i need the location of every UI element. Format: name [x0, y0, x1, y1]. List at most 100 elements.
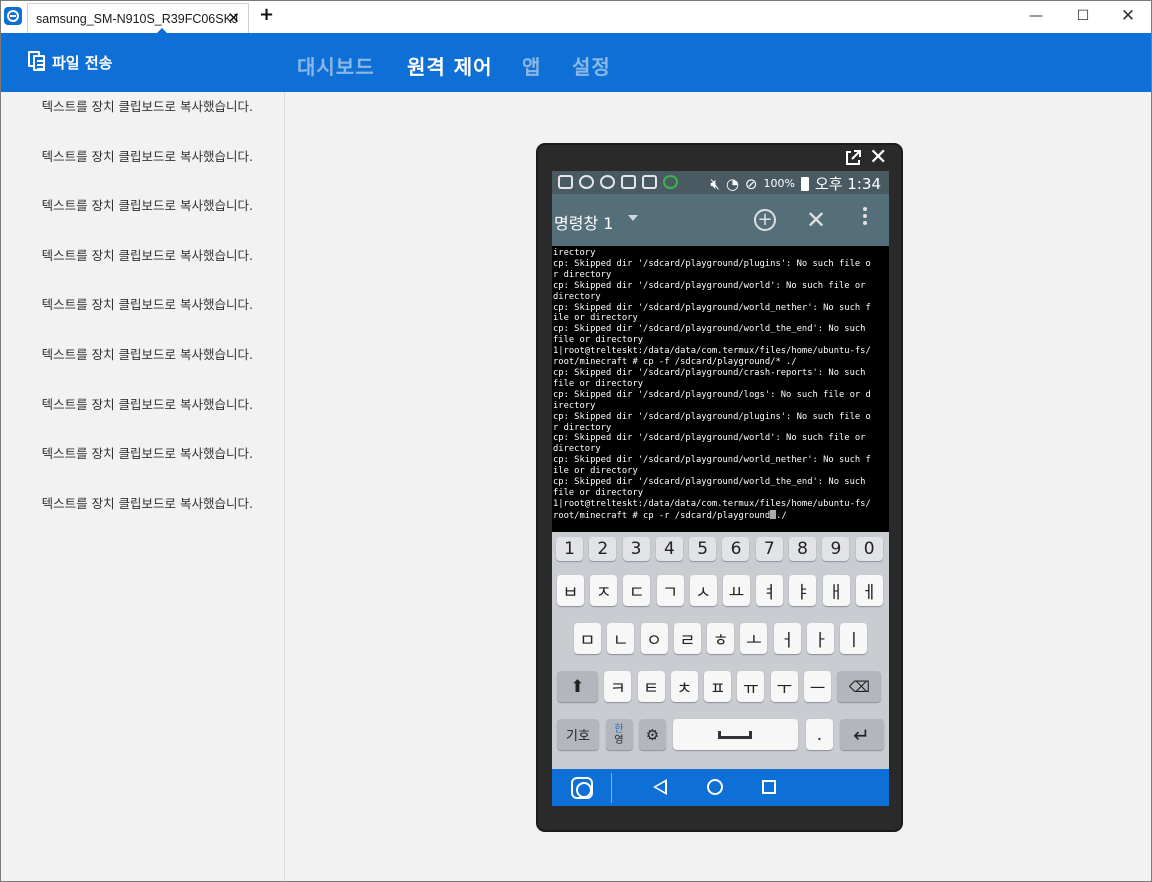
key-ya[interactable]: ㅑ: [789, 575, 817, 606]
space-bar-icon: [718, 730, 752, 739]
backspace-key[interactable]: ⌫: [837, 671, 882, 702]
key-e[interactable]: ㅔ: [855, 575, 883, 606]
key-2[interactable]: 2: [589, 537, 617, 561]
maximize-button[interactable]: ☐: [1068, 5, 1098, 27]
device-screen[interactable]: 🔇︎ ◔ ⊘ 100% 오후 1:34 명령창 1 + ✕ irectory c…: [552, 171, 889, 806]
key-6[interactable]: 6: [722, 537, 750, 561]
key-k[interactable]: ㅋ: [604, 671, 632, 702]
close-window-button[interactable]: ✕: [1113, 5, 1143, 27]
nav-divider: [611, 773, 612, 803]
key-5[interactable]: 5: [689, 537, 717, 561]
log-entry: 텍스트를 장치 클립보드로 복사했습니다.: [41, 99, 253, 114]
dnd-icon: [579, 175, 594, 189]
key-u[interactable]: ㅜ: [770, 671, 798, 702]
shift-key[interactable]: ⬆: [557, 671, 598, 702]
more-options-icon[interactable]: [863, 207, 867, 227]
key-ch[interactable]: ㅊ: [670, 671, 698, 702]
key-4[interactable]: 4: [655, 537, 683, 561]
back-icon[interactable]: [653, 779, 667, 795]
lang-korean-label: 한: [614, 723, 624, 735]
symbols-key[interactable]: 기호: [557, 719, 599, 750]
key-eo[interactable]: ㅓ: [773, 623, 801, 654]
key-m[interactable]: ㅁ: [574, 623, 601, 654]
terminal-line: irectory: [553, 400, 596, 411]
key-h[interactable]: ㅎ: [707, 623, 735, 654]
session-dropdown-icon[interactable]: [628, 215, 638, 221]
terminal-line: ile or directory: [553, 466, 638, 477]
key-1[interactable]: 1: [556, 537, 583, 561]
key-9[interactable]: 9: [822, 537, 850, 561]
terminal-line: r directory: [553, 422, 612, 433]
key-i[interactable]: ㅣ: [840, 623, 868, 654]
close-tab-icon[interactable]: ✕: [227, 9, 240, 27]
file-transfer-button[interactable]: 파일 전송: [28, 51, 112, 73]
terminal-line: file or directory: [553, 335, 644, 346]
message-icon: [558, 175, 573, 189]
space-key[interactable]: [672, 719, 798, 750]
key-yeo[interactable]: ㅕ: [756, 575, 784, 606]
key-3[interactable]: 3: [622, 537, 650, 561]
key-0[interactable]: 0: [855, 537, 883, 561]
power-icon: [663, 175, 678, 189]
log-entry: 텍스트를 장치 클립보드로 복사했습니다.: [41, 347, 253, 362]
key-yu[interactable]: ㅠ: [737, 671, 765, 702]
title-bar: samsung_SM-N910S_R39FC06SKJ ✕ + — ☐ ✕: [1, 1, 1151, 34]
eye-icon: [600, 175, 615, 189]
key-j[interactable]: ㅈ: [590, 575, 618, 606]
remote-icon: [621, 175, 636, 189]
key-eu[interactable]: ㅡ: [804, 671, 832, 702]
tab-remote-control[interactable]: 원격 제어: [407, 51, 493, 80]
recent-apps-icon[interactable]: [762, 780, 776, 794]
terminal-line: cp: Skipped dir '/sdcard/playground/plug…: [553, 258, 871, 269]
terminal-line: file or directory: [553, 378, 644, 389]
home-icon[interactable]: [707, 779, 723, 795]
terminal-line: directory: [553, 444, 601, 455]
battery-icon: [800, 176, 809, 191]
terminal-line: ile or directory: [553, 313, 638, 324]
tab-dashboard[interactable]: 대시보드: [297, 51, 375, 80]
key-s[interactable]: ㅅ: [689, 575, 717, 606]
wifi-icon: ◔: [725, 174, 739, 193]
key-g[interactable]: ㄱ: [656, 575, 684, 606]
language-switch-key[interactable]: 한 영: [605, 719, 633, 750]
key-p[interactable]: ㅍ: [704, 671, 732, 702]
terminal-output[interactable]: irectory cp: Skipped dir '/sdcard/playgr…: [552, 248, 889, 532]
keyboard-settings-key[interactable]: ⚙: [639, 719, 666, 750]
period-key[interactable]: .: [806, 719, 833, 750]
close-session-icon[interactable]: ✕: [806, 206, 826, 234]
status-right: 🔇︎ ◔ ⊘ 100% 오후 1:34: [710, 173, 881, 194]
session-title[interactable]: 명령창 1: [554, 210, 613, 234]
enter-key[interactable]: ↵: [839, 719, 884, 750]
log-entry: 텍스트를 장치 클립보드로 복사했습니다.: [41, 198, 253, 213]
tab-settings[interactable]: 설정: [572, 51, 611, 80]
key-n[interactable]: ㄴ: [607, 623, 635, 654]
add-session-icon[interactable]: +: [754, 209, 776, 231]
key-ng[interactable]: ㅇ: [640, 623, 668, 654]
clock: 오후 1:34: [814, 175, 881, 193]
key-row-1: ㅂ ㅈ ㄷ ㄱ ㅅ ㅛ ㅕ ㅑ ㅐ ㅔ: [557, 575, 883, 606]
key-b[interactable]: ㅂ: [557, 575, 584, 606]
key-o[interactable]: ㅗ: [740, 623, 768, 654]
key-d[interactable]: ㄷ: [623, 575, 651, 606]
log-entry: 텍스트를 장치 클립보드로 복사했습니다.: [41, 297, 253, 312]
app-window: samsung_SM-N910S_R39FC06SKJ ✕ + — ☐ ✕ 파일…: [0, 0, 1152, 882]
terminal-prompt: root/minecraft # cp -r /sdcard/playgroun…: [553, 509, 889, 522]
teamviewer-icon[interactable]: [571, 777, 593, 799]
key-a[interactable]: ㅏ: [807, 623, 835, 654]
key-t[interactable]: ㅌ: [637, 671, 665, 702]
minimize-button[interactable]: —: [1021, 5, 1051, 27]
soft-keyboard: 1 2 3 4 5 6 7 8 9 0 ㅂ ㅈ ㄷ ㄱ ㅅ ㅛ ㅕ ㅑ ㅐ ㅔ …: [552, 532, 889, 769]
terminal-line: r directory: [553, 269, 612, 280]
device-tab[interactable]: samsung_SM-N910S_R39FC06SKJ ✕: [27, 3, 249, 34]
close-remote-icon[interactable]: ✕: [869, 147, 887, 169]
key-r[interactable]: ㄹ: [673, 623, 701, 654]
notification-icons: [558, 175, 678, 189]
tab-apps[interactable]: 앱: [522, 51, 541, 80]
key-yo[interactable]: ㅛ: [722, 575, 750, 606]
popout-icon[interactable]: [844, 149, 862, 167]
key-ae[interactable]: ㅐ: [822, 575, 850, 606]
key-8[interactable]: 8: [789, 537, 817, 561]
new-tab-button[interactable]: +: [259, 4, 274, 25]
key-7[interactable]: 7: [755, 537, 783, 561]
terminal-line: cp: Skipped dir '/sdcard/playground/logs…: [553, 389, 871, 400]
